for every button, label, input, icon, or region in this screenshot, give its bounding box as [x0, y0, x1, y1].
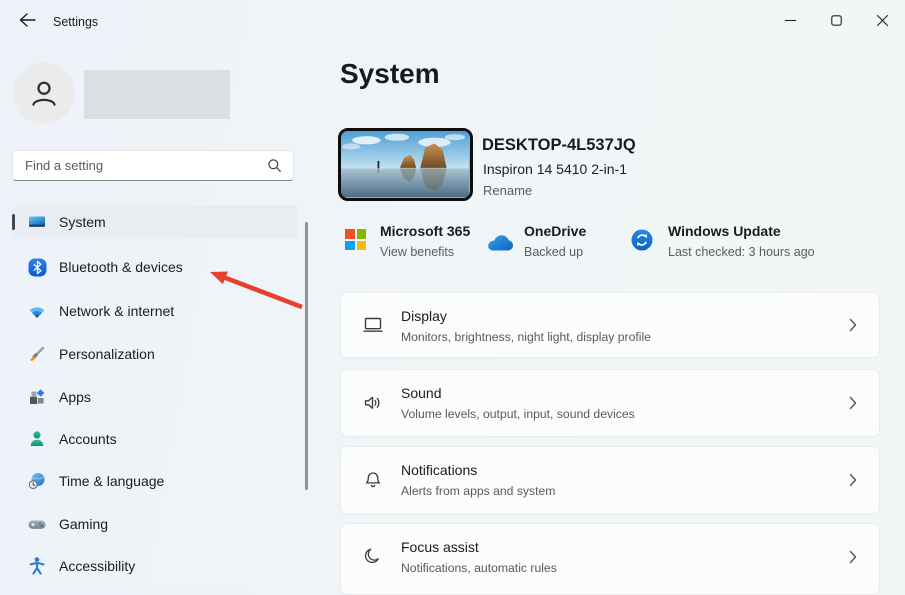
rename-link[interactable]: Rename	[483, 183, 532, 198]
sidebar-item-accounts[interactable]: Accounts	[12, 422, 298, 456]
row-subtitle: Notifications, automatic rules	[401, 561, 557, 575]
status-title: Microsoft 365	[380, 223, 471, 239]
row-subtitle: Volume levels, output, input, sound devi…	[401, 407, 635, 421]
sidebar-item-label: Accounts	[59, 431, 117, 447]
sidebar-item-label: Time & language	[59, 473, 165, 489]
search-box	[12, 150, 294, 181]
minimize-button[interactable]	[767, 0, 813, 40]
display-icon	[361, 313, 385, 337]
sidebar-item-accessibility[interactable]: Accessibility	[12, 549, 298, 583]
device-model: Inspiron 14 5410 2-in-1	[483, 161, 627, 177]
moon-icon	[361, 544, 385, 568]
close-icon	[876, 14, 888, 26]
onedrive-cloud-icon	[486, 234, 515, 257]
sidebar-item-gaming[interactable]: Gaming	[12, 507, 298, 541]
status-subtitle: Backed up	[524, 245, 584, 259]
ms-square-green	[356, 229, 366, 239]
chevron-right-icon	[849, 396, 857, 410]
chevron-right-icon	[849, 550, 857, 564]
apps-grid-icon	[27, 387, 47, 407]
sidebar-item-label: Network & internet	[59, 303, 175, 319]
wallpaper-image	[341, 131, 469, 197]
sidebar-item-time-language[interactable]: Time & language	[12, 464, 298, 498]
gamepad-icon	[27, 514, 47, 534]
sidebar-item-network-internet[interactable]: Network & internet	[12, 294, 298, 328]
search-input[interactable]	[13, 158, 267, 173]
settings-row-focus-assist[interactable]: Focus assist Notifications, automatic ru…	[340, 523, 880, 595]
sidebar-item-apps[interactable]: Apps	[12, 380, 298, 414]
maximize-icon	[830, 14, 842, 26]
minimize-icon	[784, 15, 796, 26]
ms-square-red	[345, 229, 355, 239]
chevron-right-icon	[849, 473, 857, 487]
device-thumbnail	[338, 128, 473, 201]
maximize-button[interactable]	[813, 0, 859, 40]
status-title: Windows Update	[668, 223, 781, 239]
page-title: System	[340, 58, 440, 89]
sidebar-scrollbar[interactable]	[305, 222, 308, 490]
row-subtitle: Monitors, brightness, night light, displ…	[401, 330, 651, 344]
window-controls	[767, 0, 905, 40]
ms-square-yellow	[356, 240, 366, 250]
accessibility-icon	[27, 556, 47, 576]
close-button[interactable]	[859, 0, 905, 40]
windows-update-icon	[631, 229, 653, 256]
sidebar-item-system[interactable]: System	[12, 205, 298, 239]
row-title: Notifications	[401, 462, 478, 478]
titlebar: Settings	[0, 0, 905, 40]
person-outline-icon	[27, 76, 61, 110]
chevron-right-icon	[849, 318, 857, 332]
sidebar-item-label: Personalization	[59, 346, 155, 362]
system-laptop-icon	[27, 212, 47, 232]
device-name: DESKTOP-4L537JQ	[482, 136, 636, 154]
back-arrow-icon	[19, 13, 36, 27]
row-subtitle: Alerts from apps and system	[401, 484, 556, 498]
person-icon	[27, 429, 47, 449]
microsoft-365-icon	[345, 229, 366, 250]
sidebar-item-label: Accessibility	[59, 558, 136, 574]
settings-row-sound[interactable]: Sound Volume levels, output, input, soun…	[340, 369, 880, 437]
sidebar-item-label: System	[59, 214, 106, 230]
sidebar-item-bluetooth-devices[interactable]: Bluetooth & devices	[12, 250, 298, 284]
speaker-icon	[361, 391, 385, 415]
sidebar-item-label: Apps	[59, 389, 91, 405]
paintbrush-icon	[27, 344, 47, 364]
clock-globe-icon	[27, 471, 47, 491]
status-subtitle: View benefits	[380, 245, 455, 259]
row-title: Display	[401, 308, 447, 324]
selected-accent-pill	[12, 214, 15, 230]
bell-icon	[361, 468, 385, 492]
settings-row-notifications[interactable]: Notifications Alerts from apps and syste…	[340, 446, 880, 514]
sidebar-item-personalization[interactable]: Personalization	[12, 337, 298, 371]
sidebar-item-label: Bluetooth & devices	[59, 259, 183, 275]
sidebar-item-label: Gaming	[59, 516, 109, 532]
avatar	[13, 62, 75, 124]
status-title: OneDrive	[524, 223, 587, 239]
account-name-redacted	[84, 70, 230, 119]
settings-row-display[interactable]: Display Monitors, brightness, night ligh…	[340, 292, 880, 358]
bluetooth-icon	[27, 257, 47, 277]
row-title: Focus assist	[401, 539, 479, 555]
row-title: Sound	[401, 385, 442, 401]
ms-square-blue	[345, 240, 355, 250]
status-subtitle: Last checked: 3 hours ago	[668, 245, 815, 259]
search-icon	[267, 158, 282, 173]
back-button[interactable]	[12, 7, 42, 33]
window-title: Settings	[53, 15, 99, 29]
wifi-icon	[27, 301, 47, 321]
